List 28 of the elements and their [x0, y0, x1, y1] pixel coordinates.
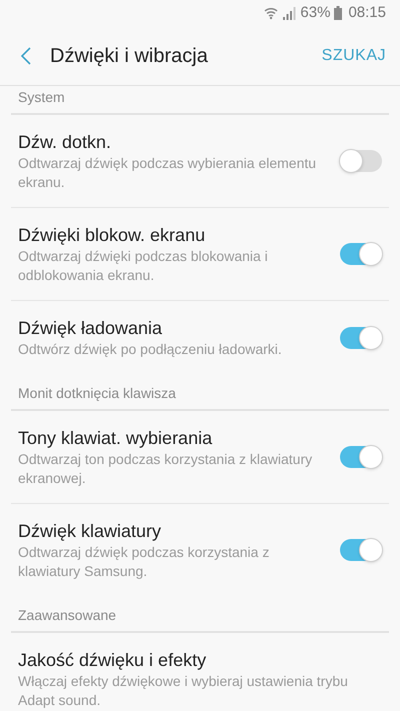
setting-title: Tony klawiat. wybierania: [18, 427, 214, 450]
page-title: Dźwięki i wibracja: [50, 44, 209, 68]
toggle-switch[interactable]: [340, 539, 382, 561]
setting-description: Odtwarzaj dźwięki podczas blokowania i odblokowania ekranu.: [18, 247, 269, 285]
setting-description: Odtwórz dźwięk po podłączeniu ładowarki.: [18, 340, 283, 359]
setting-title: Jakość dźwięku i efekty: [18, 649, 208, 672]
wifi-icon: [264, 6, 278, 20]
section-header: Monit dotknięcia klawisza: [17, 384, 177, 403]
toggle-switch[interactable]: [340, 150, 382, 172]
battery-percent: 63%: [300, 2, 330, 23]
setting-description: Odtwarzaj dźwięk podczas korzystania z klawiatury Samsung.: [18, 543, 270, 581]
section-header: Zaawansowane: [17, 606, 118, 625]
search-button[interactable]: SZUKAJ: [322, 44, 400, 68]
clock: 08:15: [348, 2, 386, 23]
setting-description: Włączaj efekty dźwiękowe i wybieraj ustawienia trybu Adapt sound.: [18, 672, 349, 710]
toggle-switch[interactable]: [340, 326, 382, 348]
section-header: System: [17, 88, 66, 107]
setting-title: Dźwięki blokow. ekranu: [18, 224, 206, 247]
setting-title: Dźwięk ładowania: [18, 317, 164, 340]
back-icon: [21, 46, 31, 64]
setting-description: Odtwarzaj ton podczas korzystania z klawiatury ekranowej.: [18, 450, 314, 488]
battery-icon: [334, 6, 342, 20]
toggle-switch[interactable]: [340, 243, 382, 265]
toggle-switch[interactable]: [340, 446, 382, 468]
setting-title: Dźwięk klawiatury: [18, 520, 162, 543]
setting-description: Odtwarzaj dźwięk podczas wybierania elementu ekranu.: [18, 154, 318, 192]
signal-icon: [282, 6, 296, 20]
setting-title: Dźw. dotkn.: [18, 131, 112, 154]
